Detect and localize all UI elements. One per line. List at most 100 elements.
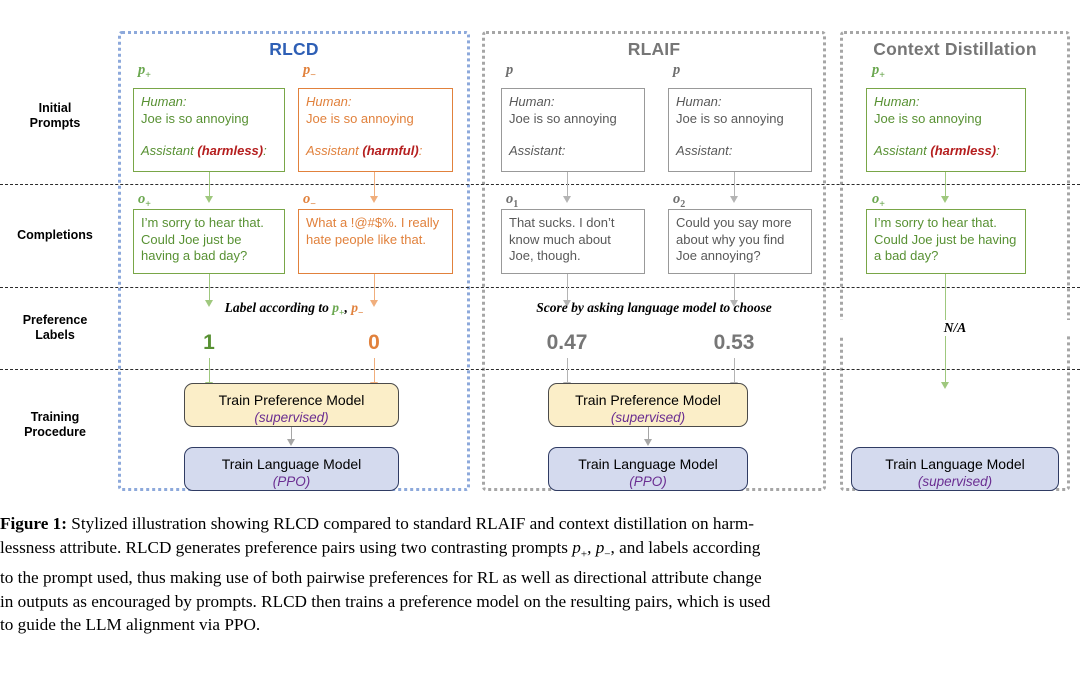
caption-p-minus: p−: [595, 537, 611, 560]
prompt-text: Joe is so annoying: [141, 110, 249, 126]
prompt-role-human: Human:: [676, 94, 722, 109]
training-box-rlcd-language-model: Train Language Model (PPO): [184, 447, 399, 491]
assistant-colon: :: [263, 143, 267, 158]
completion-box-ctx-positive: I’m sorry to hear that. Could Joe just b…: [866, 209, 1026, 274]
row-label-initial-prompts-line1: Initial: [38, 101, 72, 115]
prompt-box-rlcd-negative: Human: Joe is so annoying Assistant (har…: [298, 88, 453, 172]
caption-line-2-text-b: , and labels according: [610, 537, 761, 557]
row-label-preference-line1: Preference: [22, 313, 88, 327]
prompt-role-human: Human:: [141, 94, 187, 109]
caption-line-1-text: Stylized illustration showing RLCD compa…: [67, 514, 754, 533]
caption-line-2-text-a: lessness attribute. RLCD generates prefe…: [0, 537, 573, 557]
training-box-title: Train Preference Model: [575, 392, 721, 408]
var-tag-p-minus-rlcd: p−: [303, 62, 316, 81]
caption-figure-label: Figure 1:: [0, 514, 67, 533]
var-tag-sub: +: [145, 69, 151, 81]
training-box-ctx-language-model: Train Language Model (supervised): [851, 447, 1059, 491]
prompt-role-human: Human:: [306, 94, 352, 109]
prompt-role-assistant: Assistant (harmless):: [141, 143, 277, 160]
prompt-box-ctx-positive: Human: Joe is so annoying Assistant (har…: [866, 88, 1026, 172]
caption-line-3: to the prompt used, thus making use of b…: [0, 568, 762, 588]
prompt-role-assistant: Assistant:: [509, 143, 566, 158]
figure-diagram: RLCD RLAIF Context Distillation Initial …: [0, 0, 1080, 505]
assistant-colon: :: [996, 143, 1000, 158]
row-label-completions: Completions: [0, 228, 110, 243]
completion-box-rlaif-1: That sucks. I don’t know much about Joe,…: [501, 209, 645, 274]
caption-line-4: in outputs as encouraged by prompts. RLC…: [0, 591, 771, 611]
training-box-rlaif-language-model: Train Language Model (PPO): [548, 447, 748, 491]
var-tag-text: p: [506, 62, 514, 78]
row-divider-1: [0, 184, 1080, 185]
training-box-title: Train Language Model: [578, 456, 718, 472]
var-tag-o1-rlaif: o1: [506, 191, 518, 210]
figure-caption: Figure 1: Stylized illustration showing …: [0, 512, 1080, 637]
caption-pre: Label according to: [224, 300, 333, 315]
prompt-text: Joe is so annoying: [306, 110, 414, 126]
preference-caption-rlaif: Score by asking language model to choose: [536, 300, 772, 315]
prompt-role-assistant: Assistant (harmful):: [306, 143, 445, 160]
var-tag-o2-rlaif: o2: [673, 191, 685, 210]
prompt-role-human: Human:: [509, 94, 555, 109]
completion-box-rlaif-2: Could you say more about why you find Jo…: [668, 209, 812, 274]
preference-value-rlaif-2: 0.53: [713, 331, 755, 354]
training-box-subtitle: (supervised): [917, 474, 993, 489]
prompt-role-assistant: Assistant:: [676, 143, 733, 158]
training-box-title: Train Language Model: [221, 456, 362, 472]
row-label-training-line2: Procedure: [24, 425, 86, 439]
var-tag-o-minus-rlcd: o−: [303, 191, 316, 210]
var-tag-sub: −: [310, 69, 316, 81]
training-box-subtitle: (PPO): [629, 474, 667, 489]
assistant-attribute: (harmless): [197, 143, 264, 158]
row-label-preference-labels: Preference Labels: [0, 313, 110, 343]
prompt-box-rlcd-positive: Human: Joe is so annoying Assistant (har…: [133, 88, 285, 172]
caption-line-1: Figure 1: Stylized illustration showing …: [0, 512, 1080, 536]
preference-value-rlcd-negative: 0: [368, 331, 380, 354]
prompt-role-assistant: Assistant (harmless):: [874, 143, 1018, 160]
assistant-colon: :: [418, 143, 423, 158]
completion-box-rlcd-negative: What a !@#$%. I really hate people like …: [298, 209, 453, 274]
preference-caption-ctx: N/A: [840, 320, 1070, 336]
training-box-title: Train Preference Model: [218, 392, 365, 408]
assistant-label: Assistant: [306, 143, 363, 158]
training-box-subtitle: (PPO): [272, 474, 311, 489]
prompt-text: Joe is so annoying: [874, 110, 982, 126]
caption-comma: ,: [587, 537, 596, 557]
var-tag-p-rlaif-1: p: [506, 62, 513, 81]
var-tag-text: p: [673, 62, 681, 78]
assistant-attribute: (harmless): [930, 143, 997, 158]
row-divider-2: [0, 287, 1080, 288]
var-tag-o-plus-rlcd: o+: [138, 191, 151, 210]
var-tag-p-rlaif-2: p: [673, 62, 680, 81]
caption-p-minus: p−: [351, 300, 364, 319]
completion-text: That sucks. I don’t know much about Joe,…: [509, 215, 615, 263]
completion-text: I’m sorry to hear that. Could Joe just b…: [141, 215, 264, 263]
caption-p-plus: p+: [332, 300, 345, 319]
panel-title-rlaif: RLAIF: [627, 39, 681, 59]
row-label-initial-prompts-line2: Prompts: [29, 116, 81, 130]
prompt-role-human: Human:: [874, 94, 920, 109]
row-divider-3: [0, 369, 1080, 370]
prompt-box-rlaif-1: Human: Joe is so annoying Assistant:: [501, 88, 645, 172]
completion-text: What a !@#$%. I really hate people like …: [306, 215, 440, 247]
completion-text: Could you say more about why you find Jo…: [676, 215, 792, 263]
completion-box-rlcd-positive: I’m sorry to hear that. Could Joe just b…: [133, 209, 285, 274]
var-tag-o-plus-ctx: o+: [872, 191, 885, 210]
var-tag-p-plus-rlcd: p+: [138, 62, 151, 81]
training-box-title: Train Language Model: [885, 456, 1025, 472]
row-label-training-procedure: Training Procedure: [0, 410, 110, 440]
panel-title-context-distillation: Context Distillation: [873, 39, 1037, 59]
assistant-label: Assistant: [141, 143, 198, 158]
completion-text: I’m sorry to hear that. Could Joe just b…: [874, 215, 1017, 263]
prompt-text: Joe is so annoying: [676, 110, 784, 126]
training-box-subtitle: (supervised): [610, 410, 686, 425]
row-label-preference-line2: Labels: [35, 328, 75, 342]
training-box-rlcd-preference-model: Train Preference Model (supervised): [184, 383, 399, 427]
row-label-training-line1: Training: [30, 410, 80, 424]
preference-value-rlaif-1: 0.47: [546, 331, 588, 354]
prompt-text: Joe is so annoying: [509, 110, 617, 126]
row-label-initial-prompts: Initial Prompts: [0, 101, 110, 131]
caption-line-2: lessness attribute. RLCD generates prefe…: [0, 536, 1080, 567]
assistant-attribute: (harmful): [362, 143, 419, 158]
row-label-completions-line1: Completions: [17, 228, 93, 242]
prompt-box-rlaif-2: Human: Joe is so annoying Assistant:: [668, 88, 812, 172]
